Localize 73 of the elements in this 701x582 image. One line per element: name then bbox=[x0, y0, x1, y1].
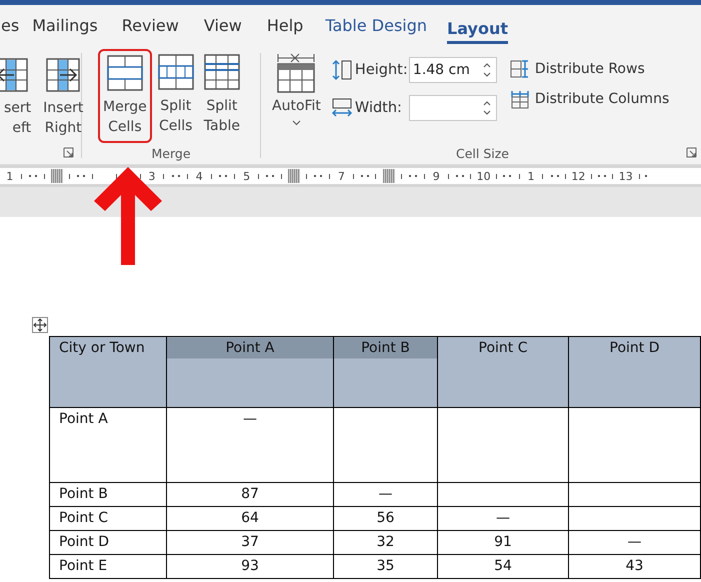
table-cell: — bbox=[568, 530, 700, 554]
table-cell: Point D bbox=[50, 530, 166, 554]
autofit-icon bbox=[276, 52, 316, 94]
ruler-number: 1 bbox=[526, 170, 535, 182]
table-cell: 35 bbox=[334, 554, 438, 578]
ruler-number: 7 bbox=[337, 170, 346, 182]
column-width-icon bbox=[330, 97, 353, 119]
table-cell: 87 bbox=[166, 482, 334, 506]
ruler-number: 5 bbox=[242, 170, 251, 182]
distribute-columns-button[interactable]: Distribute Columns bbox=[510, 89, 670, 109]
insert-column-button[interactable]: sert eft bbox=[0, 53, 36, 143]
column-marker[interactable] bbox=[51, 169, 64, 183]
distribute-rows-button[interactable]: Distribute Rows bbox=[510, 59, 670, 79]
ruler[interactable]: 1 3 4 5 7 9 10 1 12 13 bbox=[0, 165, 701, 187]
table-cell: Point C bbox=[50, 506, 166, 530]
table-cell: 93 bbox=[166, 554, 334, 578]
table-cell: 64 bbox=[166, 506, 334, 530]
table-cell: 32 bbox=[334, 530, 438, 554]
spinner-icon[interactable] bbox=[482, 62, 491, 78]
table-cell: Point E bbox=[50, 554, 166, 578]
ribbon-tab[interactable]: Table Design bbox=[325, 16, 428, 34]
header-cell: Point C bbox=[438, 336, 568, 408]
field-label: Height: bbox=[354, 62, 407, 78]
ribbon-tab[interactable]: View bbox=[204, 16, 242, 34]
ribbon-tab[interactable]: Mailings bbox=[32, 16, 98, 34]
dialog-launcher-icon[interactable] bbox=[63, 147, 74, 158]
ribbon-tab[interactable]: Review bbox=[122, 16, 179, 34]
ruler-number: 10 bbox=[476, 170, 491, 182]
group-label: Merge bbox=[151, 146, 191, 161]
field-label: Width: bbox=[354, 100, 403, 116]
table-cell: — bbox=[438, 506, 568, 530]
chevron-icon bbox=[292, 120, 301, 126]
column-marker[interactable] bbox=[382, 169, 395, 183]
distribute-rows-icon bbox=[510, 59, 530, 79]
ruler-number: 9 bbox=[432, 170, 440, 182]
ruler-number: 12 bbox=[571, 170, 586, 182]
ruler-number: 3 bbox=[148, 170, 156, 182]
ribbon-tab[interactable]: es bbox=[1, 16, 20, 34]
table-cell: — bbox=[334, 482, 438, 506]
autofit-button[interactable]: AutoFit bbox=[268, 49, 325, 131]
column-marker[interactable] bbox=[288, 169, 300, 183]
ruler-number: 1 bbox=[6, 170, 14, 182]
table-cell: Point A bbox=[50, 408, 166, 482]
header-cell: Point A bbox=[166, 336, 334, 408]
table-cell: 37 bbox=[166, 530, 334, 554]
table-grid-icon bbox=[158, 54, 194, 90]
table-move-handle-icon[interactable] bbox=[32, 317, 48, 333]
ruler-number: 4 bbox=[195, 170, 204, 182]
ribbon-tab[interactable]: Help bbox=[266, 16, 304, 34]
distribute-columns-icon bbox=[510, 89, 530, 109]
width-field[interactable] bbox=[408, 95, 497, 121]
dialog-launcher-icon[interactable] bbox=[686, 147, 697, 158]
table-cell: Point B bbox=[50, 482, 166, 506]
table-cell: 54 bbox=[438, 554, 568, 578]
table-command-button[interactable]: Split Cells bbox=[154, 49, 198, 143]
table-command-button[interactable]: Split Table bbox=[200, 49, 244, 143]
table-grid-icon bbox=[106, 55, 143, 91]
group-label: Cell Size bbox=[456, 146, 509, 161]
header-cell: Point B bbox=[334, 336, 438, 408]
table-cell: 56 bbox=[334, 506, 438, 530]
ruler-number: 13 bbox=[618, 170, 633, 182]
height-field[interactable]: 1.48 cm bbox=[408, 57, 497, 83]
row-height-icon bbox=[330, 59, 353, 81]
insert-column-icon bbox=[46, 58, 80, 92]
table-cell: 91 bbox=[438, 530, 568, 554]
table-cell: 43 bbox=[568, 554, 700, 578]
table-cell: — bbox=[166, 408, 334, 482]
insert-column-button[interactable]: Insert Right bbox=[39, 53, 88, 143]
header-cell: City or Town bbox=[50, 336, 166, 408]
header-cell: Point D bbox=[568, 336, 700, 408]
table-command-button[interactable]: Merge Cells bbox=[98, 49, 152, 143]
spinner-icon[interactable] bbox=[482, 100, 491, 116]
table-grid-icon bbox=[204, 54, 240, 90]
